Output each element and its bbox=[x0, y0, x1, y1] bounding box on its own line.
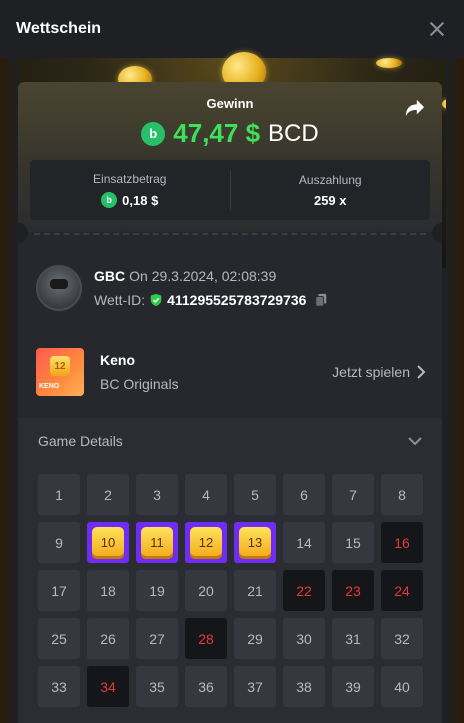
keno-cell-29: 29 bbox=[234, 618, 276, 659]
thumb-label: KENO bbox=[39, 383, 60, 390]
background-edge-left bbox=[0, 58, 18, 723]
keno-cell-17: 17 bbox=[38, 570, 80, 611]
keno-cell-7: 7 bbox=[332, 474, 374, 515]
share-icon[interactable] bbox=[404, 98, 426, 118]
keno-cell-31: 31 bbox=[332, 618, 374, 659]
keno-picked-tile: 10 bbox=[92, 526, 124, 559]
keno-thumbnail[interactable]: 12 KENO bbox=[36, 348, 84, 396]
game-details-title: Game Details bbox=[38, 433, 123, 449]
keno-grid: 1 2 3 4 5 6 7 8 9 10 11 12 13 14 15 16 17 18 19 20 21 22 23 24 2… bbox=[38, 474, 423, 707]
thumb-ball: 12 bbox=[50, 356, 70, 376]
play-now-label: Jetzt spielen bbox=[332, 364, 410, 380]
copy-icon[interactable] bbox=[314, 293, 328, 307]
keno-cell-5: 5 bbox=[234, 474, 276, 515]
keno-cell-32: 32 bbox=[381, 618, 423, 659]
keno-cell-28: 28 bbox=[185, 618, 227, 659]
keno-cell-27: 27 bbox=[136, 618, 178, 659]
keno-cell-9: 9 bbox=[38, 522, 80, 563]
keno-cell-11: 11 bbox=[136, 522, 178, 563]
stake-label: Einsatzbetrag bbox=[93, 172, 167, 186]
keno-cell-18: 18 bbox=[87, 570, 129, 611]
win-label: Gewinn bbox=[206, 96, 254, 111]
payout-stat: Auszahlung 259 x bbox=[231, 160, 431, 220]
bc-coin-icon: b bbox=[101, 192, 118, 208]
avatar[interactable] bbox=[36, 265, 82, 311]
close-icon[interactable] bbox=[426, 18, 448, 40]
bc-coin-icon: b bbox=[141, 121, 166, 146]
keno-cell-22: 22 bbox=[283, 570, 325, 611]
payout-label: Auszahlung bbox=[298, 172, 362, 187]
stake-value: 0,18 $ bbox=[122, 192, 159, 208]
game-details-panel: Game Details 1 2 3 4 5 6 7 8 9 10 11 12 13 14 15 16 17 18… bbox=[18, 418, 442, 723]
user-line: GBC On 29.3.2024, 02:08:39 bbox=[94, 268, 328, 284]
keno-cell-40: 40 bbox=[381, 666, 423, 707]
background-edge-right bbox=[446, 58, 464, 723]
game-name: Keno bbox=[100, 352, 135, 368]
keno-cell-1: 1 bbox=[38, 474, 80, 515]
keno-cell-4: 4 bbox=[185, 474, 227, 515]
game-details-toggle[interactable]: Game Details bbox=[18, 418, 442, 464]
keno-cell-12: 12 bbox=[185, 522, 227, 563]
bet-slip-modal: Wettschein Gewinn b 47,47 $ BCD Einsatzb… bbox=[0, 0, 464, 723]
game-info: Keno BC Originals bbox=[100, 352, 179, 392]
game-provider: BC Originals bbox=[100, 376, 179, 392]
keno-cell-6: 6 bbox=[283, 474, 325, 515]
keno-cell-15: 15 bbox=[332, 522, 374, 563]
stake-value-row: b 0,18 $ bbox=[101, 192, 158, 208]
keno-cell-36: 36 bbox=[185, 666, 227, 707]
bet-timestamp: On 29.3.2024, 02:08:39 bbox=[129, 268, 277, 284]
keno-cell-2: 2 bbox=[87, 474, 129, 515]
keno-cell-37: 37 bbox=[234, 666, 276, 707]
verified-shield-icon bbox=[150, 293, 162, 307]
chevron-down-icon[interactable] bbox=[408, 436, 422, 446]
keno-cell-20: 20 bbox=[185, 570, 227, 611]
win-amount-row: b 47,47 $ BCD bbox=[18, 118, 442, 149]
win-currency: BCD bbox=[268, 119, 319, 147]
chevron-right-icon bbox=[417, 365, 426, 379]
keno-cell-24: 24 bbox=[381, 570, 423, 611]
keno-picked-tile: 13 bbox=[239, 526, 271, 559]
keno-cell-39: 39 bbox=[332, 666, 374, 707]
bet-card: Gewinn b 47,47 $ BCD Einsatzbetrag b 0,1… bbox=[18, 82, 442, 723]
keno-cell-8: 8 bbox=[381, 474, 423, 515]
keno-cell-30: 30 bbox=[283, 618, 325, 659]
keno-cell-34: 34 bbox=[87, 666, 129, 707]
keno-picked-tile: 11 bbox=[141, 526, 173, 559]
keno-cell-13: 13 bbox=[234, 522, 276, 563]
keno-cell-33: 33 bbox=[38, 666, 80, 707]
keno-cell-3: 3 bbox=[136, 474, 178, 515]
keno-cell-14: 14 bbox=[283, 522, 325, 563]
keno-cell-25: 25 bbox=[38, 618, 80, 659]
modal-header: Wettschein bbox=[0, 0, 464, 58]
game-row: 12 KENO Keno BC Originals Jetzt spielen bbox=[36, 346, 426, 398]
keno-cell-21: 21 bbox=[234, 570, 276, 611]
keno-cell-23: 23 bbox=[332, 570, 374, 611]
keno-cell-35: 35 bbox=[136, 666, 178, 707]
play-now-link[interactable]: Jetzt spielen bbox=[332, 364, 426, 380]
keno-cell-19: 19 bbox=[136, 570, 178, 611]
bet-id-line: Wett-ID: 411295525783729736 bbox=[94, 292, 328, 308]
stats-panel: Einsatzbetrag b 0,18 $ Auszahlung 259 x bbox=[30, 160, 430, 220]
keno-cell-16: 16 bbox=[381, 522, 423, 563]
win-summary: Gewinn b 47,47 $ BCD Einsatzbetrag b 0,1… bbox=[18, 82, 442, 232]
keno-cell-10: 10 bbox=[87, 522, 129, 563]
bet-id-value: 411295525783729736 bbox=[167, 292, 307, 308]
user-info: GBC On 29.3.2024, 02:08:39 Wett-ID: 4112… bbox=[94, 268, 328, 308]
keno-picked-tile: 12 bbox=[190, 526, 222, 559]
ticket-perforation bbox=[18, 223, 442, 243]
keno-cell-38: 38 bbox=[283, 666, 325, 707]
keno-cell-26: 26 bbox=[87, 618, 129, 659]
stake-stat: Einsatzbetrag b 0,18 $ bbox=[30, 160, 230, 220]
user-name[interactable]: GBC bbox=[94, 268, 125, 284]
modal-title: Wettschein bbox=[16, 20, 102, 37]
user-row: GBC On 29.3.2024, 02:08:39 Wett-ID: 4112… bbox=[36, 264, 426, 312]
bet-id-label: Wett-ID: bbox=[94, 292, 146, 308]
win-amount: 47,47 $ bbox=[173, 118, 261, 148]
payout-value: 259 x bbox=[313, 192, 347, 208]
